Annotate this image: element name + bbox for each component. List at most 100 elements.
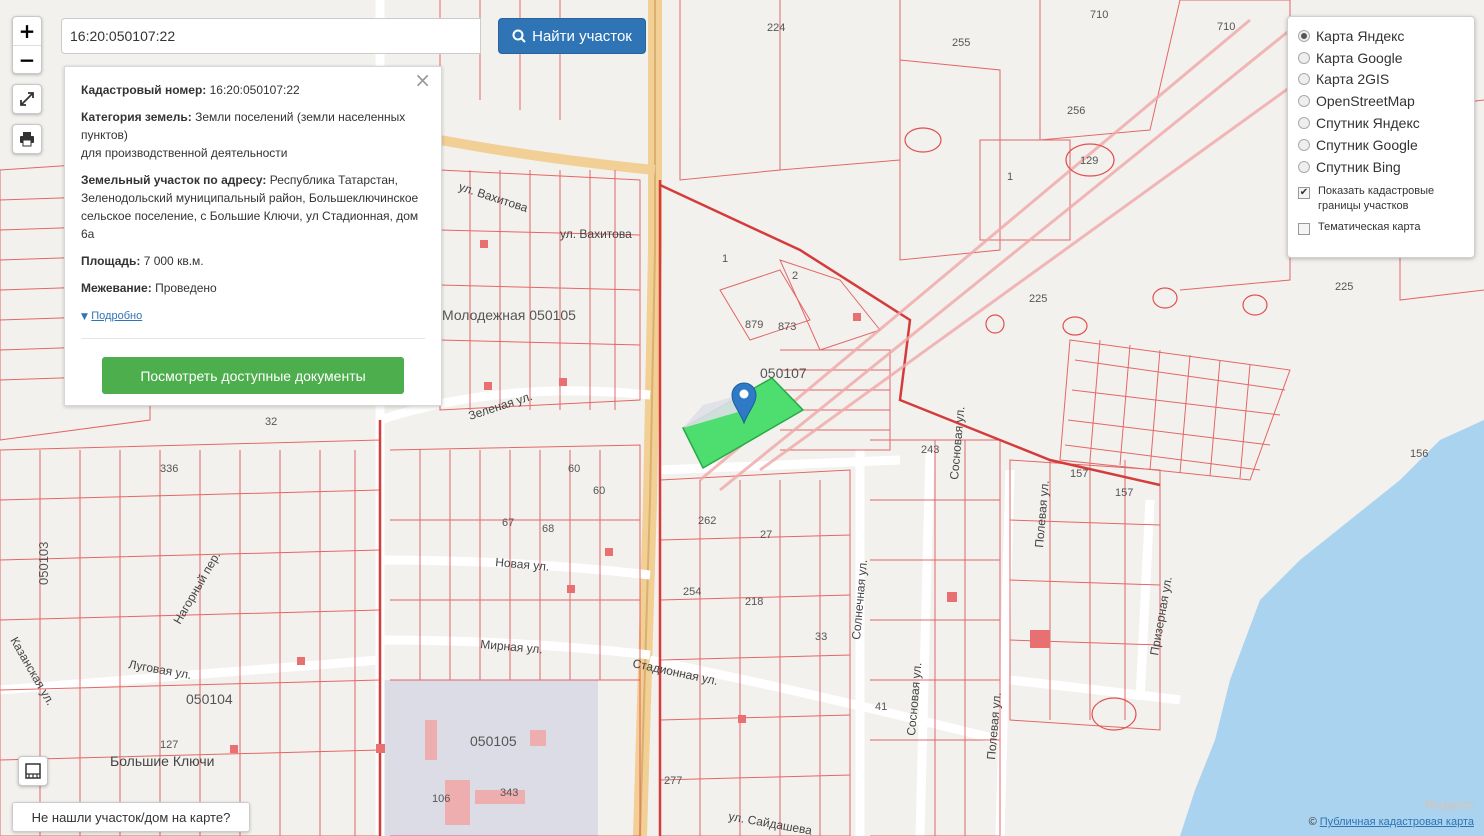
survey-value: Проведено: [155, 281, 217, 295]
thematic-map-checkbox-label: Тематическая карта: [1318, 220, 1421, 233]
map-label: 256: [1067, 105, 1085, 117]
layer-option-label: Спутник Bing: [1316, 158, 1401, 175]
street-label: ул. Вахитова: [560, 227, 632, 241]
place-label: Большие Ключи: [110, 753, 215, 769]
quarter-label: 050105: [470, 733, 517, 749]
industrial-area: [383, 680, 598, 836]
find-parcel-label: Найти участок: [532, 27, 632, 45]
layer-option-label: Спутник Яндекс: [1316, 115, 1420, 132]
map-label: 157: [1070, 468, 1088, 480]
map-label: 225: [1029, 293, 1047, 305]
map-label: 60: [593, 485, 605, 497]
cadastral-number-label: Кадастровый номер:: [81, 83, 207, 97]
map-label: 710: [1090, 9, 1108, 21]
print-button[interactable]: [12, 124, 42, 154]
map-label: 2: [792, 270, 798, 282]
radio-icon[interactable]: [1298, 160, 1310, 173]
cadastral-search-input[interactable]: [61, 18, 481, 54]
cadastral-number-value: 16:20:050107:22: [209, 83, 300, 97]
map-label: 262: [698, 515, 716, 527]
map-label: 27: [760, 529, 772, 541]
survey-label: Межевание:: [81, 281, 152, 295]
show-borders-checkbox-label: Показать кадастровые границы участков: [1318, 184, 1435, 212]
printer-icon: [20, 132, 34, 147]
find-parcel-button[interactable]: Найти участок: [498, 18, 646, 54]
layer-option[interactable]: Карта 2GIS: [1298, 69, 1464, 91]
divider: [81, 338, 425, 339]
view-documents-button[interactable]: Посмотреть доступные документы: [102, 357, 404, 394]
map-label: 68: [542, 523, 554, 535]
map-label: 33: [815, 631, 827, 643]
map-label: 879: [745, 319, 763, 331]
map-label: 254: [683, 586, 701, 598]
map-layer-selector: Карта Яндекс Карта Google Карта 2GIS OpenSt…: [1287, 16, 1475, 258]
map-label: 873: [778, 321, 796, 333]
more-details-link[interactable]: ▼ Подробно: [81, 306, 425, 326]
layer-option-label: OpenStreetMap: [1316, 93, 1415, 110]
yandex-logo: Яндекс: [1424, 796, 1474, 812]
show-borders-checkbox[interactable]: ✔ Показать кадастровые границы участков: [1298, 184, 1464, 214]
quarter-label: 050107: [760, 365, 807, 381]
more-details-label: Подробно: [91, 310, 143, 322]
address-label: Земельный участок по адресу:: [81, 173, 267, 187]
ruler-button[interactable]: [18, 756, 48, 786]
layer-option[interactable]: Карта Google: [1298, 47, 1464, 69]
attribution-link[interactable]: Публичная кадастровая карта: [1320, 816, 1474, 828]
attribution: © Публичная кадастровая карта: [1309, 816, 1474, 828]
map-label: 156: [1410, 448, 1428, 460]
map-label: 710: [1217, 21, 1235, 33]
radio-icon[interactable]: [1298, 138, 1310, 151]
land-usage-value: для производственной деятельности: [81, 146, 288, 160]
map-label: 157: [1115, 487, 1133, 499]
radio-icon[interactable]: [1298, 29, 1310, 42]
map-label: 218: [745, 596, 763, 608]
map-label: 41: [875, 701, 887, 713]
map-label: 127: [160, 739, 178, 751]
map-label: 224: [767, 22, 785, 34]
radio-icon[interactable]: [1298, 51, 1310, 64]
area-value: 7 000 кв.м.: [143, 254, 204, 268]
map-label: 1: [722, 253, 728, 265]
map-label: 343: [500, 787, 518, 799]
layer-option[interactable]: Спутник Яндекс: [1298, 112, 1464, 134]
zoom-control: + −: [12, 16, 42, 74]
area-label: Площадь:: [81, 254, 141, 268]
ruler-icon: [25, 763, 41, 779]
map-label: 225: [1335, 281, 1353, 293]
layer-option-label: Спутник Google: [1316, 136, 1418, 153]
layer-option[interactable]: Спутник Google: [1298, 134, 1464, 156]
search-icon: [512, 29, 526, 43]
map-label: 243: [921, 444, 939, 456]
land-category-label: Категория земель:: [81, 110, 192, 124]
map-label: 106: [432, 793, 450, 805]
radio-icon[interactable]: [1298, 95, 1310, 108]
layer-option[interactable]: Карта Яндекс: [1298, 25, 1464, 47]
layer-option-label: Карта Яндекс: [1316, 27, 1405, 44]
quarter-label: Молодежная 050105: [442, 307, 576, 323]
map-label: 129: [1080, 155, 1098, 167]
checkbox-icon[interactable]: ✔: [1298, 186, 1310, 199]
quarter-label: 050104: [186, 691, 233, 707]
map-label: 255: [952, 37, 970, 49]
map-label: 1: [1007, 171, 1013, 183]
fullscreen-button[interactable]: [12, 84, 42, 114]
map-label: 336: [160, 463, 178, 475]
radio-icon[interactable]: [1298, 73, 1310, 86]
close-icon[interactable]: ×: [414, 70, 431, 90]
thematic-map-checkbox[interactable]: Тематическая карта: [1298, 220, 1464, 235]
expand-icon: [20, 92, 34, 106]
checkbox-icon[interactable]: [1298, 222, 1310, 235]
layer-option-label: Карта Google: [1316, 49, 1403, 66]
radio-icon[interactable]: [1298, 117, 1310, 130]
map-label: 32: [265, 416, 277, 428]
zoom-in-button[interactable]: +: [13, 17, 41, 46]
layer-option-label: Карта 2GIS: [1316, 71, 1390, 88]
parcel-info-panel: × Кадастровый номер: 16:20:050107:22 Кат…: [64, 66, 442, 406]
copyright-sign: ©: [1308, 816, 1317, 828]
layer-option[interactable]: OpenStreetMap: [1298, 90, 1464, 112]
zoom-out-button[interactable]: −: [13, 46, 41, 74]
triangle-down-icon: ▼: [81, 312, 88, 322]
not-found-button[interactable]: Не нашли участок/дом на карте?: [12, 802, 250, 832]
layer-option[interactable]: Спутник Bing: [1298, 156, 1464, 178]
map-label: 277: [664, 775, 682, 787]
